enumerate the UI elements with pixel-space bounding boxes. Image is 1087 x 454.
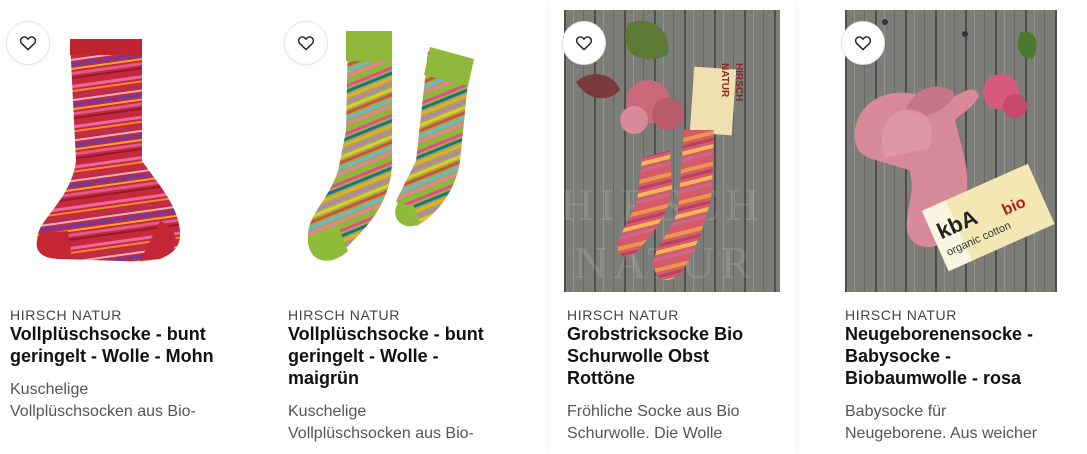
product-description: Kuschelige Vollplüschsocken aus Bio- bbox=[288, 403, 474, 442]
product-brand: HIRSCH NATUR bbox=[845, 307, 957, 323]
product-brand: HIRSCH NATUR bbox=[10, 307, 122, 323]
wishlist-button[interactable] bbox=[6, 21, 50, 65]
product-title[interactable]: Grobstricksocke Bio Schurwolle Obst Rott… bbox=[567, 323, 802, 389]
heart-icon bbox=[297, 36, 315, 51]
heart-icon bbox=[19, 36, 37, 51]
svg-text:HIRSCH: HIRSCH bbox=[733, 63, 744, 101]
svg-text:NATUR: NATUR bbox=[719, 63, 730, 98]
product-brand: HIRSCH NATUR bbox=[567, 307, 679, 323]
product-brand: HIRSCH NATUR bbox=[288, 307, 400, 323]
heart-icon bbox=[854, 36, 872, 51]
product-title[interactable]: Vollplüschsocke - bunt geringelt - Wolle… bbox=[10, 323, 245, 367]
product-card[interactable]: HIRSCH NATUR HIRSCH NATUR HIRSCH NATUR G… bbox=[550, 0, 795, 454]
product-description: Kuschelige Vollplüschsocken aus Bio- bbox=[10, 381, 196, 420]
product-card[interactable]: HIRSCH NATUR Vollplüschsocke - bunt geri… bbox=[278, 0, 518, 454]
product-card[interactable]: kbA organic cotton bio HIRSCH NATUR Neug… bbox=[835, 0, 1075, 454]
wishlist-button[interactable] bbox=[284, 21, 328, 65]
wishlist-button[interactable] bbox=[562, 21, 606, 65]
product-title[interactable]: Vollplüschsocke - bunt geringelt - Wolle… bbox=[288, 323, 523, 389]
heart-icon bbox=[575, 36, 593, 51]
product-description: Fröhliche Socke aus Bio Schurwolle. Die … bbox=[567, 403, 740, 442]
product-description: Babysocke für Neugeborene. Aus weicher bbox=[845, 403, 1038, 442]
product-title[interactable]: Neugeborenensocke - Babysocke - Biobaumw… bbox=[845, 323, 1080, 389]
product-card[interactable]: HIRSCH NATUR Vollplüschsocke - bunt geri… bbox=[0, 0, 240, 454]
wishlist-button[interactable] bbox=[841, 21, 885, 65]
